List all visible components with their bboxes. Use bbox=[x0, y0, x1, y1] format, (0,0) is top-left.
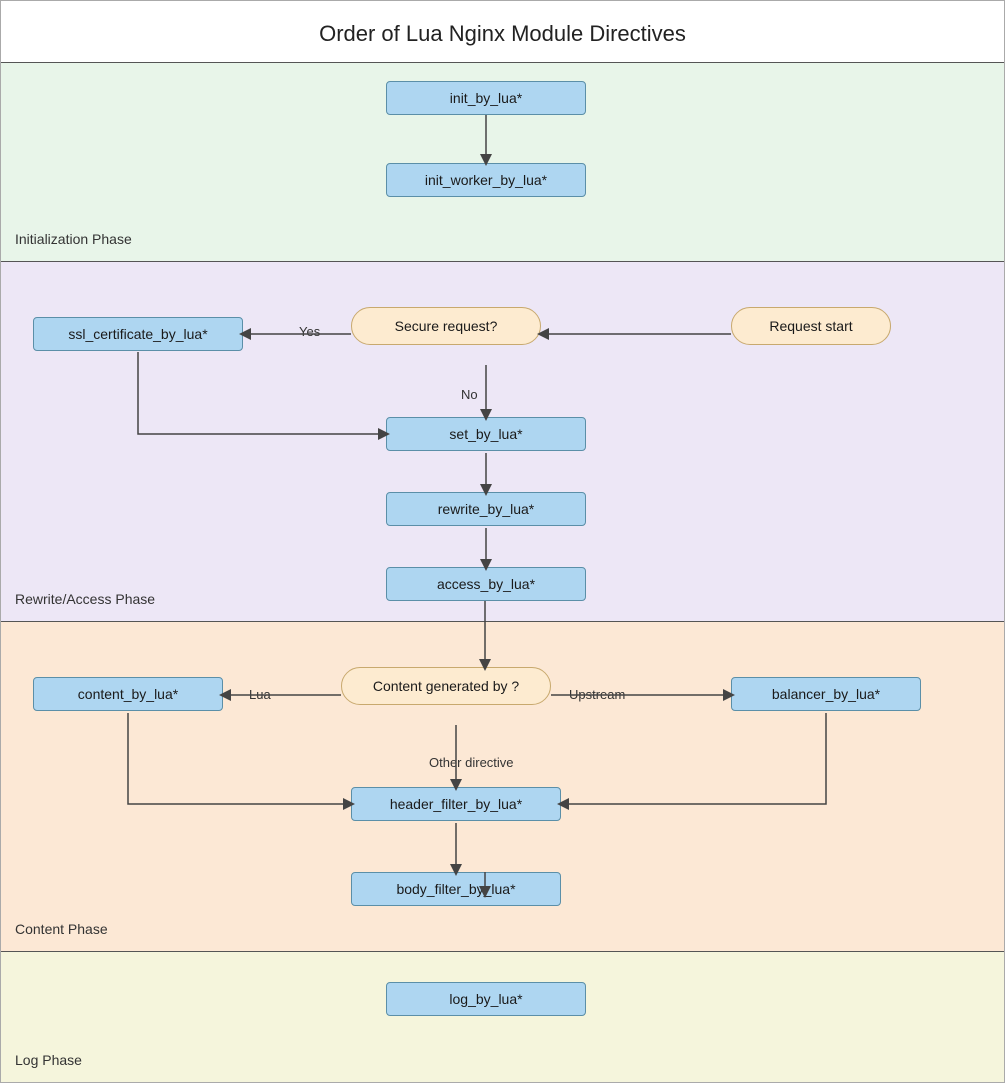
box-log-by-lua: log_by_lua* bbox=[386, 982, 586, 1016]
label-no: No bbox=[461, 387, 478, 402]
phase-rewrite: ssl_certificate_by_lua* Secure request? … bbox=[1, 262, 1004, 622]
label-yes: Yes bbox=[299, 324, 320, 339]
phase-log: log_by_lua* Log Phase bbox=[1, 952, 1004, 1082]
box-body-filter: body_filter_by_lua* bbox=[351, 872, 561, 906]
box-rewrite-by-lua: rewrite_by_lua* bbox=[386, 492, 586, 526]
box-balancer-by-lua: balancer_by_lua* bbox=[731, 677, 921, 711]
box-header-filter: header_filter_by_lua* bbox=[351, 787, 561, 821]
box-init-by-lua: init_by_lua* bbox=[386, 81, 586, 115]
log-phase-arrows bbox=[1, 952, 1004, 1082]
box-content-generated: Content generated by ? bbox=[341, 667, 551, 705]
label-lua: Lua bbox=[249, 687, 271, 702]
box-ssl-certificate: ssl_certificate_by_lua* bbox=[33, 317, 243, 351]
box-request-start: Request start bbox=[731, 307, 891, 345]
diagram-container: Order of Lua Nginx Module Directives ini… bbox=[0, 0, 1005, 1083]
box-init-worker-by-lua: init_worker_by_lua* bbox=[386, 163, 586, 197]
phase-rewrite-label: Rewrite/Access Phase bbox=[15, 591, 155, 607]
label-upstream: Upstream bbox=[569, 687, 625, 702]
diagram-title: Order of Lua Nginx Module Directives bbox=[1, 1, 1004, 62]
box-content-by-lua: content_by_lua* bbox=[33, 677, 223, 711]
phase-init-label: Initialization Phase bbox=[15, 231, 132, 247]
box-access-by-lua: access_by_lua* bbox=[386, 567, 586, 601]
phase-content: content_by_lua* Content generated by ? b… bbox=[1, 622, 1004, 952]
phase-init: init_by_lua* init_worker_by_lua* Initial… bbox=[1, 62, 1004, 262]
box-secure-request: Secure request? bbox=[351, 307, 541, 345]
box-set-by-lua: set_by_lua* bbox=[386, 417, 586, 451]
phase-log-label: Log Phase bbox=[15, 1052, 82, 1068]
label-other: Other directive bbox=[429, 755, 514, 770]
phase-content-label: Content Phase bbox=[15, 921, 108, 937]
